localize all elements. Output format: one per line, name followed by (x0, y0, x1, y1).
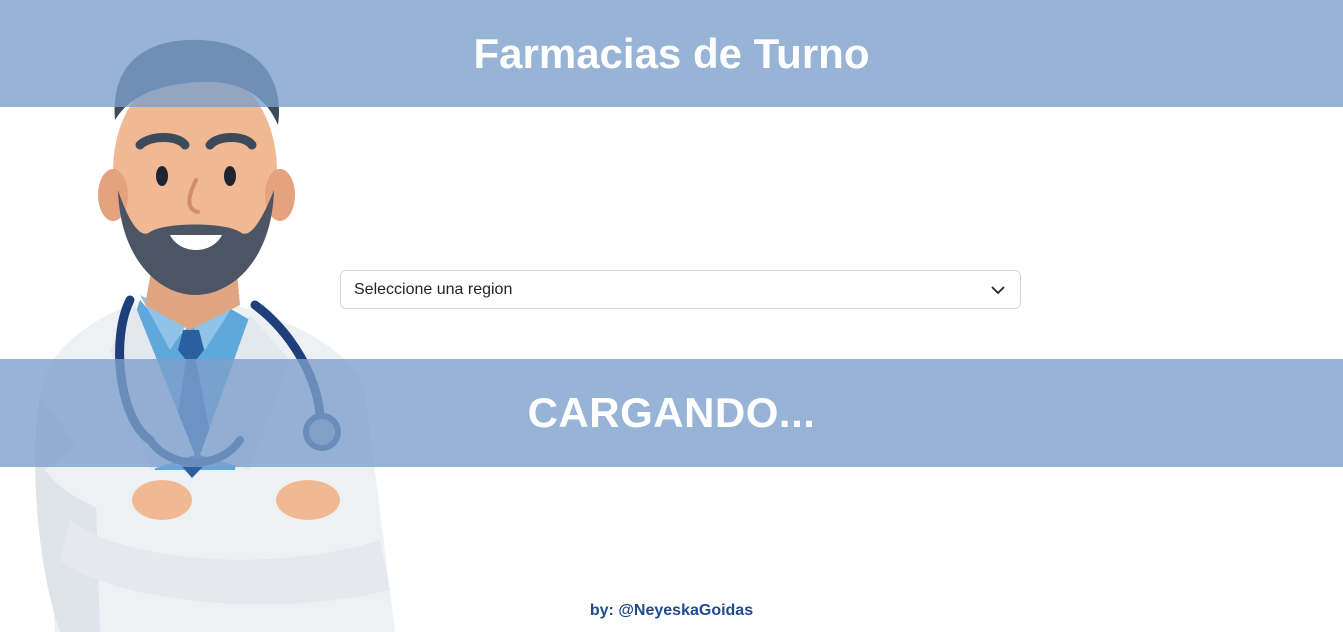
page: Farmacias de Turno Seleccione una region… (0, 0, 1343, 632)
loading-banner: CARGANDO... (0, 359, 1343, 467)
region-select-value: Seleccione una region (354, 280, 513, 298)
chevron-down-icon (991, 286, 1005, 294)
author-credit: by: @NeyeskaGoidas (589, 602, 754, 619)
page-title: Farmacias de Turno (473, 29, 870, 77)
page-header: Farmacias de Turno (0, 0, 1343, 107)
loading-text: CARGANDO... (527, 389, 816, 436)
region-select[interactable]: Seleccione una region (340, 270, 1021, 309)
